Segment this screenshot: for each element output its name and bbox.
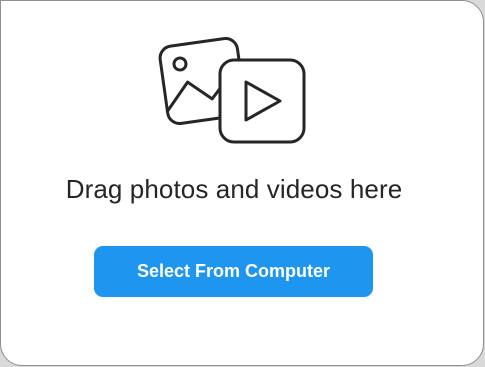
upload-window: Drag photos and videos here Select From … (0, 0, 485, 367)
photo-video-icon (158, 37, 306, 144)
select-from-computer-button[interactable]: Select From Computer (94, 246, 373, 297)
upload-dropzone[interactable]: Drag photos and videos here Select From … (0, 0, 484, 366)
drop-instruction-text: Drag photos and videos here (65, 174, 403, 204)
